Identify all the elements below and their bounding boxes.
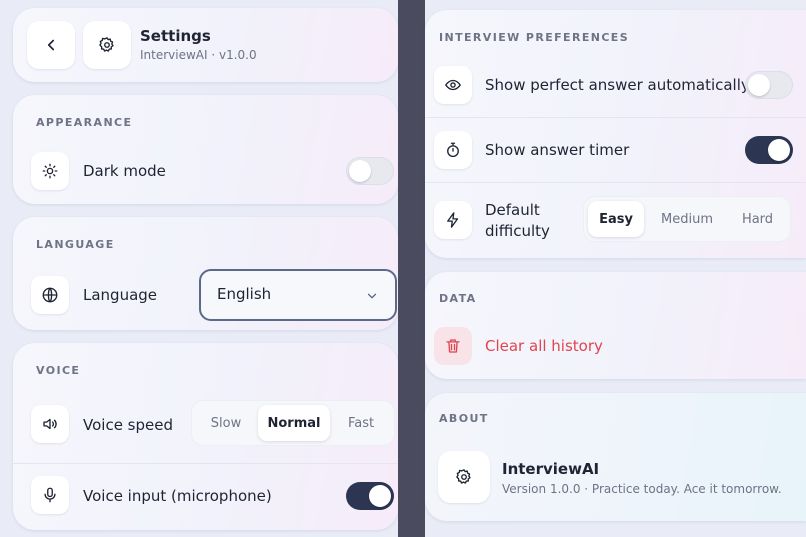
difficulty-easy[interactable]: Easy [588, 201, 644, 237]
dark-mode-label: Dark mode [83, 162, 166, 180]
difficulty-medium[interactable]: Medium [649, 201, 725, 237]
back-button[interactable] [27, 21, 75, 69]
lightning-icon [447, 212, 459, 228]
data-card: DATA Clear all history [425, 272, 806, 379]
difficulty-icon-box [434, 201, 472, 239]
toggle-knob [349, 160, 371, 182]
voice-speed-normal[interactable]: Normal [258, 405, 330, 441]
speaker-icon [43, 418, 57, 430]
language-card: LANGUAGE Language English [13, 217, 398, 330]
row-separator [425, 182, 806, 183]
dark-mode-icon-box [31, 152, 69, 190]
difficulty-label-line2: difficulty [485, 222, 550, 240]
language-select-value: English [217, 285, 272, 303]
chevron-left-icon [47, 39, 55, 51]
toggle-knob [748, 74, 770, 96]
interview-preferences-card: INTERVIEW PREFERENCES Show perfect answe… [425, 10, 806, 258]
eye-icon [445, 79, 461, 91]
section-label-interview: INTERVIEW PREFERENCES [439, 31, 630, 44]
voice-speed-slow[interactable]: Slow [196, 405, 256, 441]
trash-icon [446, 339, 460, 353]
sun-icon [42, 163, 58, 179]
section-label-data: DATA [439, 292, 477, 305]
perfect-answer-icon-box [434, 66, 472, 104]
voice-card: VOICE Voice speed Slow Normal Fast Voice… [13, 343, 398, 530]
language-label: Language [83, 286, 158, 304]
column-divider [398, 0, 425, 537]
difficulty-hard[interactable]: Hard [729, 201, 786, 237]
clear-history-button[interactable]: Clear all history [485, 337, 603, 355]
microphone-icon [44, 487, 56, 503]
language-select[interactable]: English [199, 269, 397, 321]
voice-speed-fast[interactable]: Fast [332, 405, 390, 441]
section-label-language: LANGUAGE [36, 238, 115, 251]
page-title: Settings [140, 27, 211, 45]
gear-icon [456, 469, 471, 484]
about-app-name: InterviewAI [502, 460, 600, 478]
about-card: ABOUT InterviewAI Version 1.0.0 · Practi… [425, 393, 806, 521]
stopwatch-icon [447, 142, 459, 158]
section-label-about: ABOUT [439, 412, 489, 425]
chevron-down-icon [367, 293, 377, 299]
timer-label: Show answer timer [485, 141, 630, 159]
mic-icon-box [31, 476, 69, 514]
voice-speed-label: Voice speed [83, 416, 173, 434]
perfect-answer-label: Show perfect answer automatically [485, 76, 750, 94]
row-separator [425, 117, 806, 118]
section-label-appearance: APPEARANCE [36, 116, 133, 129]
perfect-answer-toggle[interactable] [745, 71, 793, 99]
mic-label: Voice input (microphone) [83, 487, 272, 505]
voice-speed-segmented: Slow Normal Fast [191, 400, 395, 446]
language-icon-box [31, 276, 69, 314]
dark-mode-toggle[interactable] [346, 157, 394, 185]
gear-icon [99, 37, 114, 52]
settings-logo [83, 21, 131, 69]
trash-icon-box [434, 327, 472, 365]
about-tagline: Version 1.0.0 · Practice today. Ace it t… [502, 482, 782, 496]
globe-icon [42, 287, 58, 303]
toggle-knob [369, 485, 391, 507]
voice-speed-icon-box [31, 405, 69, 443]
header-card: Settings InterviewAI · v1.0.0 [13, 8, 398, 82]
timer-icon-box [434, 131, 472, 169]
section-label-voice: VOICE [36, 364, 81, 377]
page-subtitle: InterviewAI · v1.0.0 [140, 48, 257, 62]
toggle-knob [768, 139, 790, 161]
timer-toggle[interactable] [745, 136, 793, 164]
difficulty-segmented: Easy Medium Hard [583, 196, 791, 242]
difficulty-label-line1: Default [485, 201, 540, 219]
row-separator [13, 463, 398, 464]
mic-toggle[interactable] [346, 482, 394, 510]
appearance-card: APPEARANCE Dark mode [13, 95, 398, 204]
about-app-icon [438, 451, 490, 503]
